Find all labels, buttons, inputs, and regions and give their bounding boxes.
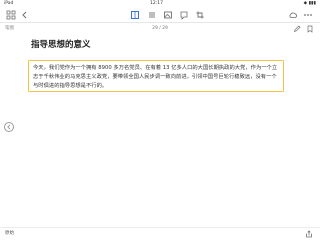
- cloud-icon[interactable]: [288, 10, 298, 20]
- status-time: iPad: [4, 1, 14, 6]
- book-icon[interactable]: [130, 10, 140, 20]
- share-icon[interactable]: [305, 230, 313, 238]
- quote-box: 今天，我们党作为一个拥有 8900 多万名党员、在有着 13 亿多人口的大国长期…: [28, 60, 284, 92]
- battery-icon: ▮▮▮: [308, 1, 316, 6]
- back-arrow-icon[interactable]: [20, 10, 30, 20]
- signal-icon: ◆: [303, 1, 308, 6]
- image-icon[interactable]: [163, 10, 173, 20]
- quote-paragraph: 今天，我们党作为一个拥有 8900 多万名党员、在有着 13 亿多人口的大国长期…: [33, 65, 278, 89]
- bookmark-icon[interactable]: [306, 25, 314, 33]
- prev-page-button[interactable]: [4, 122, 14, 132]
- page-title: 指导思想的意义: [31, 40, 91, 50]
- list-icon[interactable]: [147, 10, 157, 20]
- grid-icon[interactable]: [6, 10, 16, 20]
- crop-icon[interactable]: [195, 10, 205, 20]
- top-toolbar: [0, 8, 320, 23]
- page-indicator: 29 / 29: [152, 26, 168, 31]
- chevron-left-icon: [7, 124, 11, 130]
- footer-label: 原始: [5, 231, 14, 236]
- pen-icon[interactable]: [293, 25, 301, 33]
- status-bar: iPad 12:17 ◆ ▮▮▮: [0, 0, 320, 8]
- page-nav-row: 笔图 29 / 29: [0, 23, 320, 35]
- nav-icons: [289, 25, 314, 39]
- annotation-icon[interactable]: [179, 10, 189, 20]
- footer-bar: 原始: [0, 227, 320, 240]
- clock: 12:17: [150, 1, 163, 6]
- status-right: ◆ ▮▮▮: [304, 0, 316, 8]
- more-icon[interactable]: [303, 10, 313, 20]
